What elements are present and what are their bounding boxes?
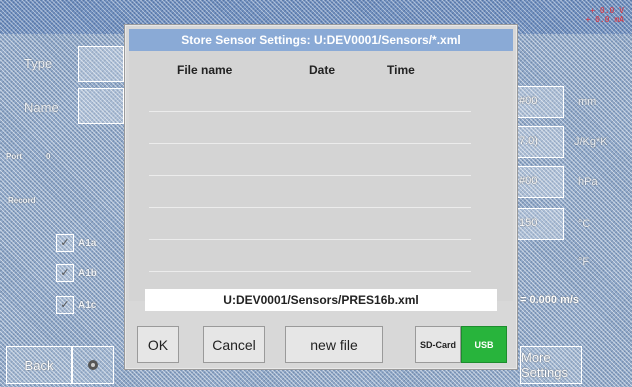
value-field-1[interactable]: #00 [516,86,564,118]
back-button[interactable]: Back [6,346,72,384]
port-label: Port [6,152,22,161]
unit-celsius: °C [578,218,591,230]
value-field-3[interactable]: #00 [516,166,564,198]
column-header-time: Time [387,63,415,77]
file-list[interactable]: File name Date Time [129,51,513,301]
flow-readout: = 0.000 m/s [520,294,580,306]
more-settings-button[interactable]: More Settings [520,346,582,384]
store-sensor-dialog: Store Sensor Settings: U:DEV0001/Sensors… [124,24,518,370]
settings-button[interactable] [72,346,114,384]
port-value: 0 [46,152,51,161]
file-row-divider [149,207,471,208]
record-label-a1b: A1b [78,268,97,279]
file-row-divider [149,111,471,112]
record-label: Record [8,196,36,205]
dialog-title: Store Sensor Settings: U:DEV0001/Sensors… [129,29,513,51]
usb-button[interactable]: USB [461,326,507,363]
file-row-divider [149,143,471,144]
record-label-a1a: A1a [78,238,97,249]
name-label: Name [24,100,59,115]
sd-card-button[interactable]: SD-Card [415,326,461,363]
unit-hpa: hPa [578,176,598,188]
unit-mm: mm [578,96,597,108]
record-checkbox-a1b[interactable]: ✓ [56,264,74,282]
file-row-divider [149,239,471,240]
type-label: Type [24,56,53,71]
ok-button[interactable]: OK [137,326,179,363]
cancel-button[interactable]: Cancel [203,326,265,363]
name-field[interactable] [78,88,124,124]
record-checkbox-a1a[interactable]: ✓ [56,234,74,252]
unit-fahrenheit: °F [578,256,590,268]
value-field-4[interactable]: 150 [516,208,564,240]
column-header-file-name: File name [177,63,233,77]
record-checkbox-a1c[interactable]: ✓ [56,296,74,314]
value-field-2[interactable]: 7.0) [516,126,564,158]
column-header-date: Date [309,63,336,77]
gear-icon [88,360,98,370]
file-row-divider [149,175,471,176]
unit-jkgk: J/Kg*K [574,136,608,148]
record-label-a1c: A1c [78,300,97,311]
voltage-status: + 0.0 V [590,6,624,15]
current-status: + 0.0 mA [585,15,624,24]
selected-file-path[interactable]: U:DEV0001/Sensors/PRES16b.xml [145,289,497,311]
new-file-button[interactable]: new file [285,326,383,363]
file-row-divider [149,271,471,272]
type-field[interactable] [78,46,124,82]
